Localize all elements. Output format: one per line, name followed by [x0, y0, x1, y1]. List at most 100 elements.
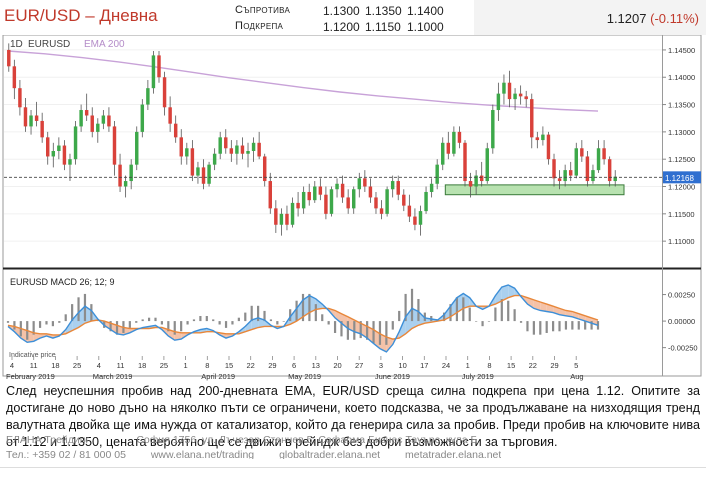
candle-body — [18, 88, 22, 108]
footer-link-metatrader[interactable]: metatrader.elana.net — [405, 449, 501, 459]
macd-histogram-bar — [38, 321, 42, 328]
macd-y-tick-label: 0.00250 — [668, 291, 695, 300]
candle-body — [157, 55, 161, 78]
candle-body — [290, 202, 295, 225]
candle-body — [574, 148, 578, 176]
candle — [491, 104, 495, 154]
macd-histogram-bar — [564, 321, 568, 330]
candle-body — [79, 110, 83, 127]
macd-histogram-bar — [276, 321, 279, 325]
x-tick-label: 22 — [529, 361, 537, 370]
candle-body — [390, 181, 395, 190]
x-tick-label: 4 — [97, 361, 101, 370]
macd-histogram-bar — [321, 314, 324, 322]
candle-body — [552, 159, 556, 179]
candle-body — [34, 115, 39, 121]
macd-histogram-bar — [269, 319, 273, 322]
macd-histogram-bar — [77, 297, 80, 322]
candle-body — [73, 126, 78, 160]
macd-histogram-bar — [385, 321, 388, 345]
last-quote: 1.1207 (-0.11%) — [607, 11, 699, 26]
macd-histogram-bar — [154, 317, 157, 322]
candle-body — [135, 131, 139, 165]
macd-histogram-bar — [308, 293, 311, 322]
support-level-1: 1.1200 — [323, 20, 360, 34]
candle-body — [385, 189, 389, 214]
page: EUR/USD – Дневна Съпротива 1.1300 1.1350… — [0, 0, 706, 481]
macd-histogram-bar — [199, 315, 202, 322]
macd-histogram-bar — [494, 307, 497, 322]
candle-body — [251, 142, 256, 151]
macd-y-tick-label: 0.00000 — [668, 317, 695, 326]
candle-body — [268, 181, 272, 209]
candle-body — [530, 99, 534, 138]
x-tick-label: 17 — [420, 361, 428, 370]
candle-body — [457, 131, 462, 143]
footer-link-globaltrader[interactable]: globaltrader.elana.net — [279, 449, 380, 459]
candle — [73, 120, 78, 165]
candle-body — [201, 167, 206, 184]
macd-histogram-bar — [346, 321, 349, 340]
candle-body — [229, 148, 234, 154]
x-tick-label: 11 — [30, 361, 38, 370]
macd-histogram-bar — [513, 309, 516, 322]
macd-histogram-bar — [532, 321, 535, 335]
macd-histogram-bar — [468, 307, 471, 322]
macd-histogram-bar — [571, 321, 574, 330]
price-chart: 1D EURUSD EMA 200 1.12168 1.11000 1.11500… — [0, 35, 706, 383]
footer-link-trading[interactable]: www.elana.net/trading — [151, 449, 254, 459]
candle-body — [352, 189, 356, 209]
candle-body — [513, 93, 517, 100]
x-tick-label: 15 — [507, 361, 515, 370]
candle-body — [413, 216, 417, 225]
footer-line-2: Тел.: +359 02 / 81 000 05 www.elana.net/… — [6, 449, 501, 459]
candle-body — [524, 96, 528, 100]
month-label: July 2019 — [462, 372, 494, 381]
candle-body — [329, 189, 334, 214]
candle — [207, 161, 211, 187]
macd-histogram-bar — [58, 321, 61, 323]
candle-body — [479, 175, 484, 182]
macd-label: EURUSD MACD 26; 12; 9 — [10, 277, 115, 287]
candle-body — [90, 115, 94, 132]
candle-body — [596, 148, 601, 171]
candle-body — [307, 191, 311, 201]
macd-histogram-bar — [135, 321, 138, 323]
macd-histogram-bar — [333, 321, 337, 333]
candle-body — [496, 93, 501, 111]
x-tick-label: 25 — [73, 361, 81, 370]
candle-body — [96, 123, 100, 132]
macd-histogram-bar — [173, 321, 176, 335]
macd-histogram-bar — [417, 299, 420, 322]
candle-body — [46, 137, 50, 157]
candle-body — [602, 148, 606, 160]
footer-line-1: ЕЛАНА Трейдинг София 1756, ул. Лъчезар С… — [6, 434, 477, 446]
x-tick-label: 8 — [205, 361, 209, 370]
candle-body — [12, 66, 17, 89]
macd-histogram-bar — [51, 321, 54, 327]
candle-body — [568, 170, 573, 176]
x-tick-label: 18 — [138, 361, 146, 370]
candle-body — [452, 131, 456, 154]
candle-body — [279, 213, 284, 225]
macd-histogram-bar — [455, 297, 459, 322]
candle-body — [340, 183, 345, 198]
candle-body — [301, 191, 306, 209]
y-tick-label: 1.11000 — [668, 237, 695, 246]
candle-body — [29, 115, 33, 127]
resistance-level-3: 1.1400 — [407, 4, 444, 18]
macd-histogram-bar — [244, 312, 247, 322]
candle-body — [162, 77, 167, 108]
candle-body — [257, 142, 261, 157]
candle-body — [146, 88, 150, 105]
ema-label: EMA 200 — [84, 39, 125, 50]
month-label: April 2019 — [201, 372, 235, 381]
macd-histogram-bar — [398, 310, 401, 322]
candle-body — [563, 170, 567, 182]
candle-body — [68, 159, 72, 165]
candle-body — [246, 151, 250, 154]
candle-body — [591, 170, 595, 182]
x-tick-label: 29 — [268, 361, 276, 370]
candle-body — [318, 186, 323, 195]
candle-body — [435, 164, 439, 184]
